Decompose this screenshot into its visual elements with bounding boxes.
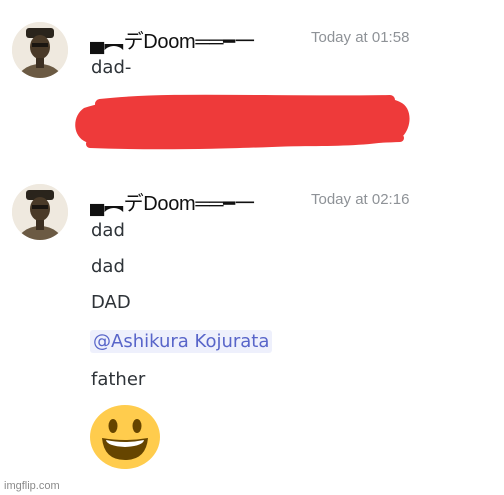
username[interactable]: ▄︻デDoom══━一 [90, 25, 255, 54]
user-avatar[interactable] [12, 22, 68, 78]
red-redaction-scribble [75, 94, 410, 150]
watermark: imgflip.com [4, 480, 60, 492]
username[interactable]: ▄︻デDoom══━一 [90, 187, 255, 216]
avatar-portrait-icon [12, 184, 68, 240]
user-avatar[interactable] [12, 184, 68, 240]
message-text: dad [91, 220, 125, 241]
message-text: father [91, 369, 146, 390]
smiley-face-emoji-icon [90, 405, 160, 469]
user-mention[interactable]: @Ashikura Kojurata [90, 330, 273, 353]
avatar-portrait-icon [12, 22, 68, 78]
timestamp: Today at 02:16 [311, 191, 410, 208]
message-text: dad- [91, 57, 132, 78]
message-text: DAD [91, 292, 131, 313]
message-text: dad [91, 256, 125, 277]
timestamp: Today at 01:58 [311, 29, 410, 46]
